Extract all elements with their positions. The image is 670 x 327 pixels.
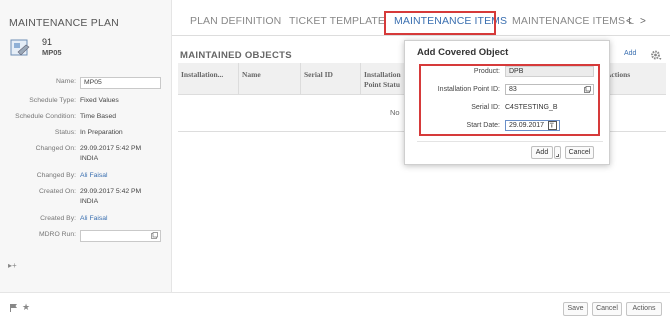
mdro-run-label: MDRO Run: — [38, 231, 76, 238]
plan-code: MP05 — [42, 48, 62, 57]
schedule-condition-value: Time Based — [80, 113, 117, 120]
object-header-panel: MAINTENANCE PLAN 91 MP05 Name: MP05 Sche… — [0, 0, 172, 292]
add-tag-button[interactable]: ▸+ — [8, 261, 17, 270]
actions-button[interactable]: Actions — [626, 302, 662, 316]
cancel-button[interactable]: Cancel — [592, 302, 622, 316]
created-by-link[interactable]: Ali Faisal — [80, 215, 108, 222]
tag-icon: ▸+ — [8, 261, 17, 270]
status-value: In Preparation — [80, 129, 123, 136]
panel-title: MAINTENANCE PLAN — [9, 17, 119, 29]
value-help-icon[interactable] — [151, 232, 158, 239]
gear-icon[interactable] — [650, 49, 662, 61]
column-header[interactable]: Serial ID — [304, 70, 333, 79]
schedule-condition-row: Schedule Condition: Time Based — [0, 113, 172, 125]
status-label: Status: — [54, 129, 76, 136]
tab-next-icon[interactable]: > — [640, 16, 646, 27]
favorite-star-icon[interactable]: ★ — [22, 302, 30, 313]
footer-toolbar: ★ Save Cancel Actions — [0, 292, 670, 327]
column-divider — [300, 63, 301, 95]
tab-prev-icon[interactable]: < — [626, 16, 632, 27]
name-field[interactable]: MP05 — [80, 77, 161, 89]
column-divider — [360, 63, 361, 95]
name-label: Name: — [55, 78, 76, 85]
created-on-label: Created On: — [38, 188, 76, 195]
dialog-title: Add Covered Object — [417, 47, 509, 58]
created-on-tz-row: INDIA — [0, 198, 172, 210]
fields-highlight-annotation — [419, 64, 600, 136]
changed-on-tz: INDIA — [80, 155, 99, 162]
created-by-label: Created By: — [40, 215, 76, 222]
column-divider — [238, 63, 239, 95]
dialog-cancel-label: Cancel — [568, 149, 591, 156]
dialog-add-button[interactable]: Add — [531, 146, 553, 159]
changed-on-label: Changed On: — [35, 145, 76, 152]
column-header: Point Statu — [364, 80, 401, 89]
section-title: MAINTAINED OBJECTS — [180, 50, 292, 61]
changed-by-row: Changed By: Ali Faisal — [0, 172, 172, 184]
no-data-text: No — [390, 108, 400, 117]
created-on-tz: INDIA — [80, 198, 99, 205]
created-by-row: Created By: Ali Faisal — [0, 215, 172, 227]
status-row: Status: In Preparation — [0, 129, 172, 141]
column-header[interactable]: Name — [242, 70, 261, 79]
changed-by-link[interactable]: Ali Faisal — [80, 172, 108, 179]
tab-maintenance-items-l[interactable]: MAINTENANCE ITEMS L — [512, 15, 634, 27]
add-covered-object-dialog: Add Covered Object Product: DPB Installa… — [404, 40, 610, 165]
changed-on-tz-row: INDIA — [0, 155, 172, 167]
column-header[interactable]: Installation... — [181, 70, 223, 79]
changed-on-value: 29.09.2017 5:42 PM — [80, 145, 142, 152]
add-options-button[interactable] — [554, 146, 561, 159]
dialog-divider — [417, 141, 603, 142]
flag-icon[interactable] — [9, 303, 18, 313]
dialog-cancel-button[interactable]: Cancel — [565, 146, 594, 159]
save-button[interactable]: Save — [563, 302, 588, 316]
corner-arrow-icon — [556, 154, 559, 157]
created-on-value: 29.09.2017 5:42 PM — [80, 188, 142, 195]
plan-id: 91 — [42, 37, 53, 47]
column-header[interactable]: Installation — [364, 70, 401, 79]
schedule-type-label: Schedule Type: — [29, 97, 76, 104]
schedule-condition-label: Schedule Condition: — [15, 113, 76, 120]
dialog-add-label: Add — [535, 149, 549, 156]
add-object-button[interactable]: Add — [624, 50, 636, 57]
tab-plan-definition[interactable]: PLAN DEFINITION — [190, 15, 281, 27]
schedule-type-value: Fixed Values — [80, 97, 119, 104]
tab-highlight-annotation — [384, 11, 496, 35]
tab-ticket-template[interactable]: TICKET TEMPLATE — [289, 15, 385, 27]
maintenance-plan-icon — [10, 39, 30, 56]
mdro-run-row: MDRO Run: — [0, 230, 172, 243]
name-row: Name: MP05 — [0, 77, 172, 90]
schedule-type-row: Schedule Type: Fixed Values — [0, 97, 172, 109]
mdro-run-field[interactable] — [80, 230, 161, 242]
changed-by-label: Changed By: — [36, 172, 76, 179]
